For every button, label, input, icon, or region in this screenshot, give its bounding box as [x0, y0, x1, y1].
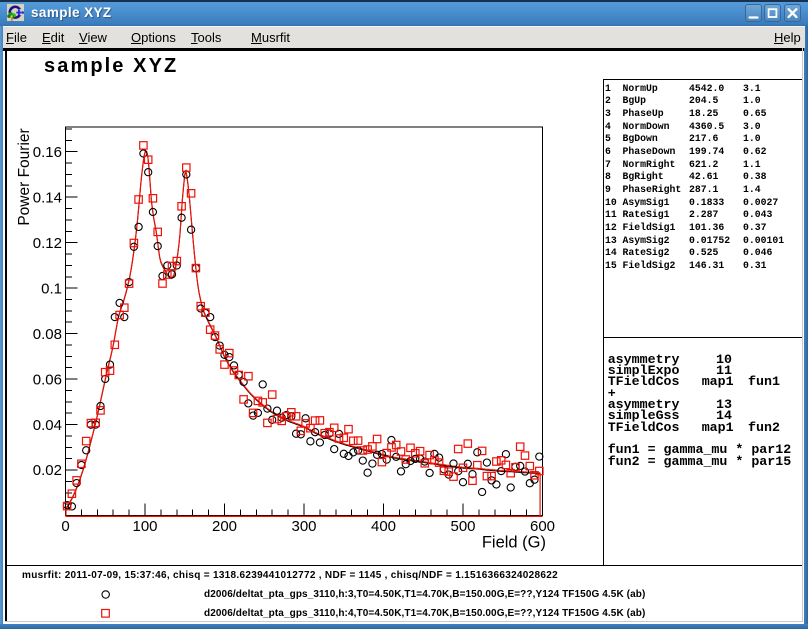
- svg-text:400: 400: [371, 518, 396, 535]
- svg-text:100: 100: [132, 518, 157, 535]
- svg-text:600: 600: [530, 518, 555, 535]
- svg-text:500: 500: [450, 518, 475, 535]
- svg-text:0.08: 0.08: [33, 326, 62, 343]
- svg-text:Field (G): Field (G): [482, 534, 546, 552]
- svg-text:0: 0: [61, 518, 69, 535]
- svg-text:0.1: 0.1: [41, 280, 62, 297]
- svg-text:300: 300: [291, 518, 316, 535]
- svg-text:200: 200: [212, 518, 237, 535]
